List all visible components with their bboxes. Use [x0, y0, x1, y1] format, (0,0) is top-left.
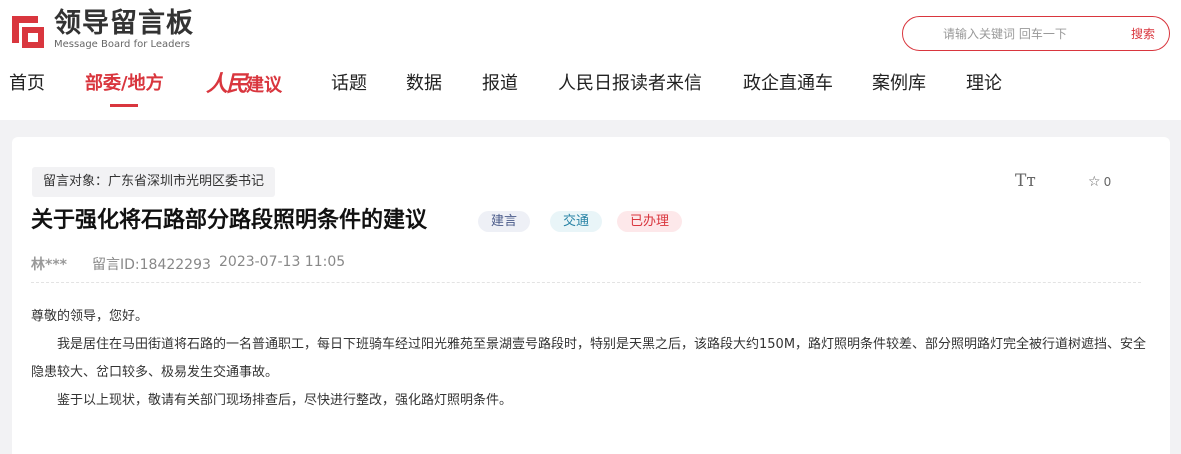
nav-readers-letters[interactable]: 人民日报读者来信: [558, 70, 702, 98]
search-input[interactable]: [943, 19, 1113, 48]
tag-traffic: 交通: [550, 211, 603, 232]
nav-reports[interactable]: 报道: [482, 70, 518, 98]
nav-people-suggestion-label: 建议: [246, 75, 283, 96]
author: 林***: [31, 257, 67, 273]
logo-subtitle: Message Board for Leaders: [54, 39, 191, 50]
message-card: 留言对象：广东省深圳市光明区委书记 Tт ☆ 0 关于强化将石路部分路段照明条件…: [12, 137, 1170, 454]
nav-active-indicator: [110, 104, 138, 107]
message-title: 关于强化将石路部分路段照明条件的建议: [31, 208, 428, 233]
logo-icon: [12, 16, 44, 48]
message-target: 留言对象：广东省深圳市光明区委书记: [32, 167, 276, 197]
message-id: 留言ID:18422293: [92, 257, 211, 273]
nav-theory[interactable]: 理论: [966, 70, 1002, 98]
star-icon: ☆: [1088, 174, 1101, 190]
search-box: 搜索: [902, 16, 1170, 51]
tag-suggestion: 建言: [478, 211, 531, 232]
message-time: 2023-07-13 11:05: [219, 254, 346, 270]
nav-home[interactable]: 首页: [9, 70, 45, 98]
logo[interactable]: 领导留言板 Message Board for Leaders: [8, 8, 194, 52]
favorite-button[interactable]: ☆ 0: [1088, 174, 1111, 190]
paragraph-body: 我是居住在马田街道将石路的一名普通职工，每日下班骑车经过阳光雅苑至景湖壹号路段时…: [31, 337, 1147, 380]
nav-people-suggestion[interactable]: 人民建议: [206, 70, 282, 100]
nav-case-library[interactable]: 案例库: [872, 70, 926, 98]
header: 领导留言板 Message Board for Leaders 搜索 首页 部委…: [0, 0, 1181, 120]
nav-ministries-local[interactable]: 部委/地方: [85, 70, 164, 98]
status-badge: 已办理: [617, 211, 683, 232]
font-size-icon[interactable]: Tт: [1015, 171, 1036, 191]
nav-people-suggestion-script: 人民: [206, 71, 248, 97]
paragraph-greeting: 尊敬的领导，您好。: [31, 309, 149, 324]
divider: [31, 282, 1141, 283]
search-button[interactable]: 搜索: [1131, 25, 1155, 42]
paragraph-request: 鉴于以上现状，敬请有关部门现场排查后，尽快进行整改，强化路灯照明条件。: [57, 393, 513, 408]
nav-data[interactable]: 数据: [406, 70, 442, 98]
nav-topics[interactable]: 话题: [331, 70, 367, 98]
nav-business-express[interactable]: 政企直通车: [743, 70, 833, 98]
message-meta: 林*** 留言ID:18422293 2023-07-13 11:05: [31, 254, 345, 274]
favorite-count: 0: [1103, 175, 1112, 189]
logo-title: 领导留言板: [54, 8, 194, 39]
message-content: 尊敬的领导，您好。 我是居住在马田街道将石路的一名普通职工，每日下班骑车经过阳光…: [31, 303, 1147, 415]
